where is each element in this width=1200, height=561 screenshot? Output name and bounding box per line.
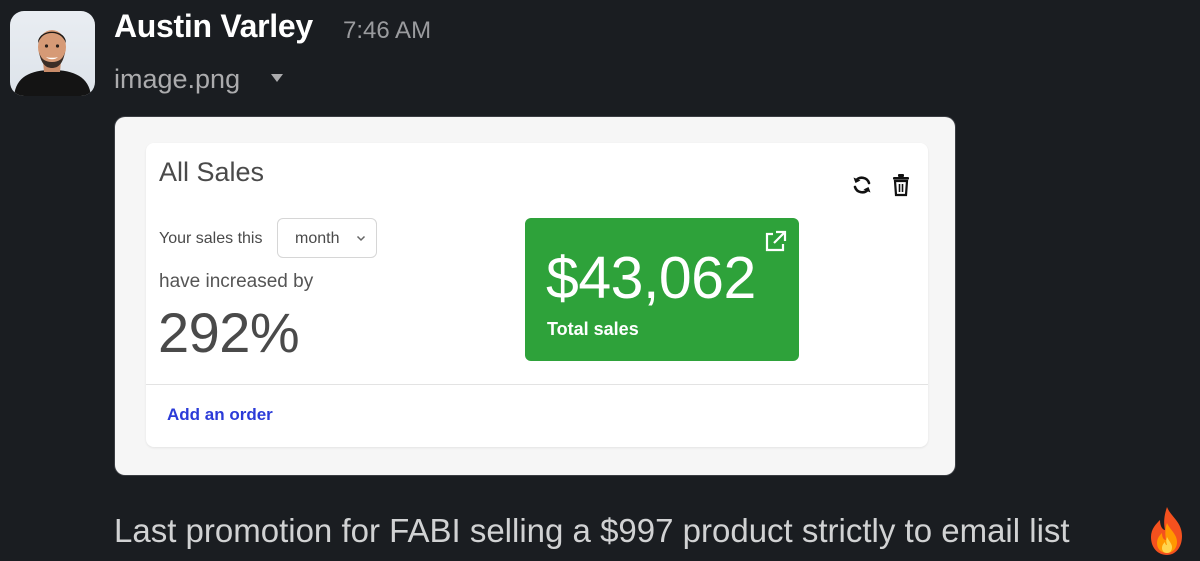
caret-down-icon[interactable] (268, 71, 286, 85)
period-select-value: month (295, 230, 340, 247)
period-select[interactable]: month (277, 218, 377, 258)
refresh-icon[interactable] (851, 174, 873, 196)
image-attachment[interactable]: All Sales Your sales this month have inc… (115, 117, 955, 475)
author-name[interactable]: Austin Varley (114, 8, 313, 45)
sales-widget-card: All Sales Your sales this month have inc… (146, 143, 928, 447)
sales-period-prefix: Your sales this (159, 230, 263, 247)
external-link-icon[interactable] (762, 229, 788, 255)
trash-icon[interactable] (891, 173, 911, 197)
avatar[interactable] (10, 11, 95, 96)
widget-title: All Sales (159, 157, 265, 187)
total-sales-tile[interactable]: $43,062 Total sales (525, 218, 799, 361)
fire-icon[interactable] (1146, 505, 1188, 557)
message-timestamp[interactable]: 7:46 AM (343, 17, 431, 45)
total-sales-amount: $43,062 (546, 245, 756, 311)
increase-percentage: 292% (158, 301, 300, 364)
increase-label: have increased by (159, 271, 314, 292)
total-sales-label: Total sales (547, 319, 639, 339)
chevron-down-icon (356, 235, 366, 242)
slack-message: Austin Varley 7:46 AM image.png All Sale… (0, 0, 1200, 561)
person-icon (14, 30, 91, 96)
message-body-text: Last promotion for FABI selling a $997 p… (114, 512, 1070, 549)
add-order-link[interactable]: Add an order (167, 405, 273, 425)
card-divider (146, 384, 928, 385)
attachment-file-name[interactable]: image.png (114, 64, 240, 95)
